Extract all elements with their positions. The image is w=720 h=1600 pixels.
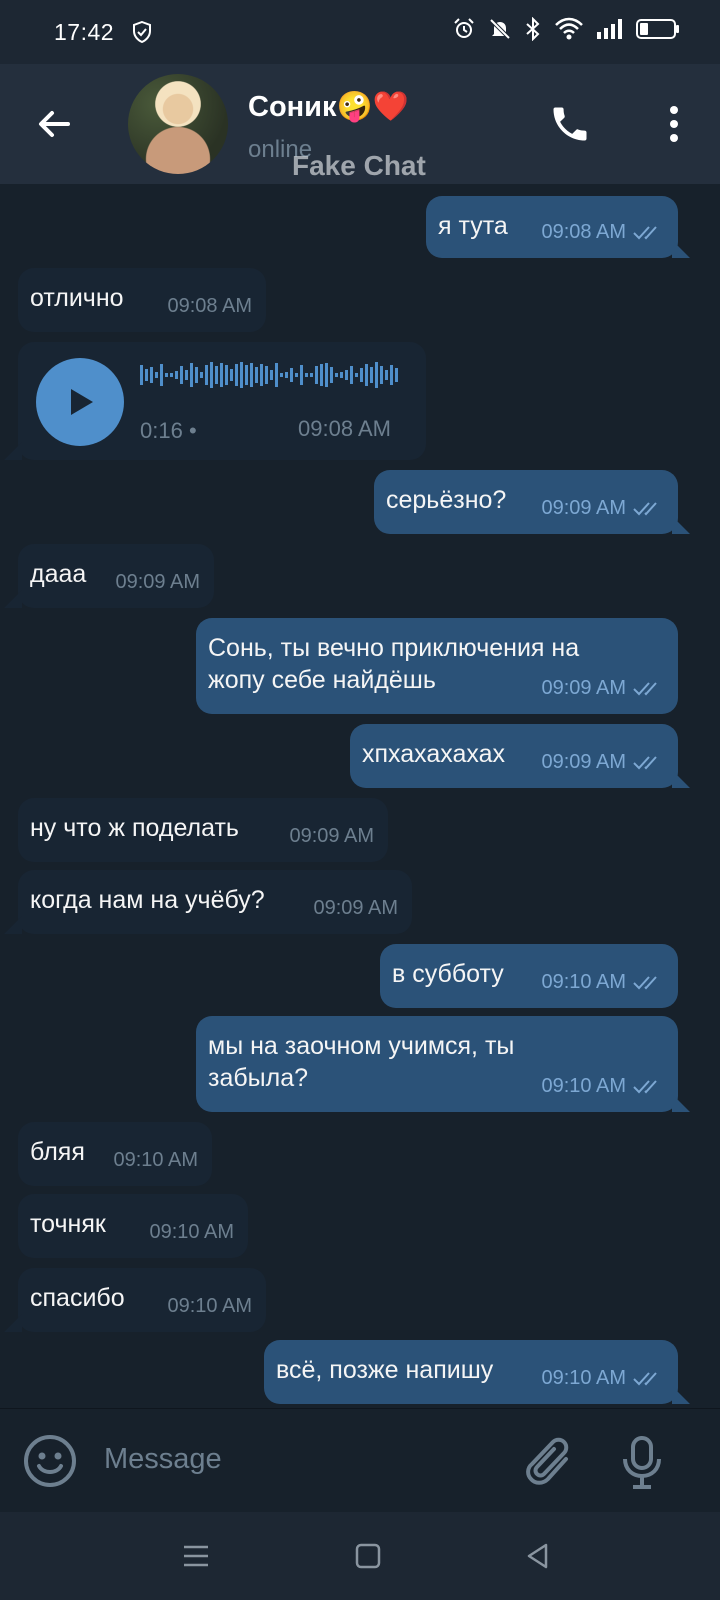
watermark: Fake Chat: [292, 150, 426, 181]
back-arrow-icon[interactable]: [34, 104, 74, 144]
mute-icon: [488, 17, 512, 47]
attach-icon[interactable]: [526, 1437, 576, 1496]
status-bar: 17:42: [0, 0, 720, 64]
message-time: 09:09 AM: [115, 571, 200, 593]
contact-name[interactable]: Соник🤪❤️: [248, 90, 409, 124]
status-time: 17:42: [54, 18, 115, 45]
bubble-tail: [672, 240, 690, 258]
message-text: когда нам на учёбу?: [30, 886, 265, 914]
message-bubble-outgoing[interactable]: всё, позже напишу 09:10 AM: [264, 1340, 678, 1404]
message-text: спасибо: [30, 1284, 125, 1312]
menu-icon[interactable]: [182, 1542, 210, 1575]
chat-header: Соник🤪❤️ online Fake Chat: [0, 64, 720, 184]
bubble-tail: [672, 1386, 690, 1404]
message-bubble-incoming[interactable]: ну что ж поделать 09:09 AM: [18, 798, 388, 862]
message-bubble-outgoing[interactable]: серьёзно? 09:09 AM: [374, 470, 678, 534]
shield-icon: [132, 21, 152, 43]
message-time: 09:10 AM: [541, 1367, 626, 1389]
message-time: 09:09 AM: [541, 677, 626, 699]
message-bubble-outgoing[interactable]: Сонь, ты вечно приключения на жопу себе …: [196, 618, 678, 714]
bubble-tail: [672, 770, 690, 788]
message-bubble-outgoing[interactable]: хпхахахахах 09:09 AM: [350, 724, 678, 788]
double-check-icon: [632, 1078, 664, 1096]
message-time: 09:10 AM: [167, 1295, 252, 1317]
double-check-icon: [632, 680, 664, 698]
message-bubble-outgoing[interactable]: я тута 09:08 AM: [426, 196, 678, 258]
more-vert-icon[interactable]: [668, 104, 680, 149]
double-check-icon: [632, 754, 664, 772]
avatar[interactable]: [128, 74, 228, 174]
message-time: 09:09 AM: [289, 825, 374, 847]
message-time: 09:10 AM: [541, 1075, 626, 1097]
message-text: серьёзно?: [386, 486, 507, 514]
message-text: хпхахахахах: [362, 740, 506, 768]
bubble-tail: [4, 442, 22, 460]
wifi-icon: [554, 17, 584, 47]
message-text: бляя: [30, 1138, 85, 1166]
bubble-tail: [4, 916, 22, 934]
message-bubble-incoming[interactable]: дааа 09:09 AM: [18, 544, 214, 608]
message-text: дааа: [30, 560, 87, 588]
message-text: точняк: [30, 1210, 106, 1238]
back-icon[interactable]: [524, 1542, 552, 1575]
double-check-icon: [632, 1370, 664, 1388]
emoji-icon[interactable]: [22, 1433, 78, 1494]
battery-icon: [636, 18, 680, 46]
system-nav-bar: [0, 1512, 720, 1600]
message-text: отлично: [30, 284, 124, 312]
message-bubble-incoming[interactable]: спасибо 09:10 AM: [18, 1268, 266, 1332]
voice-message[interactable]: 0:16 • 09:08 AM: [18, 342, 426, 460]
message-composer: Message: [0, 1408, 720, 1512]
mic-icon[interactable]: [620, 1435, 664, 1496]
message-bubble-outgoing[interactable]: мы на заочном учимся, ты забыла? 09:10 A…: [196, 1016, 678, 1112]
message-text: всё, позже напишу: [276, 1356, 494, 1384]
home-icon[interactable]: [354, 1542, 382, 1575]
message-text: в субботу: [392, 960, 504, 988]
bubble-tail: [672, 516, 690, 534]
message-bubble-incoming[interactable]: бляя 09:10 AM: [18, 1122, 212, 1186]
message-time: 09:10 AM: [541, 971, 626, 993]
message-bubble-incoming[interactable]: отлично 09:08 AM: [18, 268, 266, 332]
message-time: 09:08 AM: [541, 221, 626, 243]
bubble-tail: [672, 1094, 690, 1112]
message-time: 09:09 AM: [541, 751, 626, 773]
double-check-icon: [632, 974, 664, 992]
message-bubble-incoming[interactable]: когда нам на учёбу? 09:09 AM: [18, 870, 412, 934]
phone-icon[interactable]: [548, 102, 592, 151]
voice-waveform: [140, 362, 398, 388]
message-time: 09:10 AM: [113, 1149, 198, 1171]
bubble-tail: [4, 1314, 22, 1332]
message-time: 09:08 AM: [298, 416, 391, 441]
bubble-tail: [4, 590, 22, 608]
play-button[interactable]: [36, 358, 124, 446]
alarm-icon: [452, 17, 476, 47]
message-text: я тута: [438, 212, 508, 240]
bluetooth-icon: [524, 16, 542, 47]
play-icon: [71, 389, 93, 415]
signal-icon: [596, 18, 624, 46]
double-check-icon: [632, 224, 664, 242]
voice-duration: 0:16 •: [140, 418, 197, 443]
message-bubble-incoming[interactable]: точняк 09:10 AM: [18, 1194, 248, 1258]
message-time: 09:08 AM: [167, 295, 252, 317]
message-time: 09:09 AM: [541, 497, 626, 519]
message-time: 09:09 AM: [313, 897, 398, 919]
message-text: ну что ж поделать: [30, 814, 239, 842]
message-time: 09:10 AM: [149, 1221, 234, 1243]
double-check-icon: [632, 500, 664, 518]
message-input[interactable]: Message: [104, 1443, 222, 1476]
message-bubble-outgoing[interactable]: в субботу 09:10 AM: [380, 944, 678, 1008]
